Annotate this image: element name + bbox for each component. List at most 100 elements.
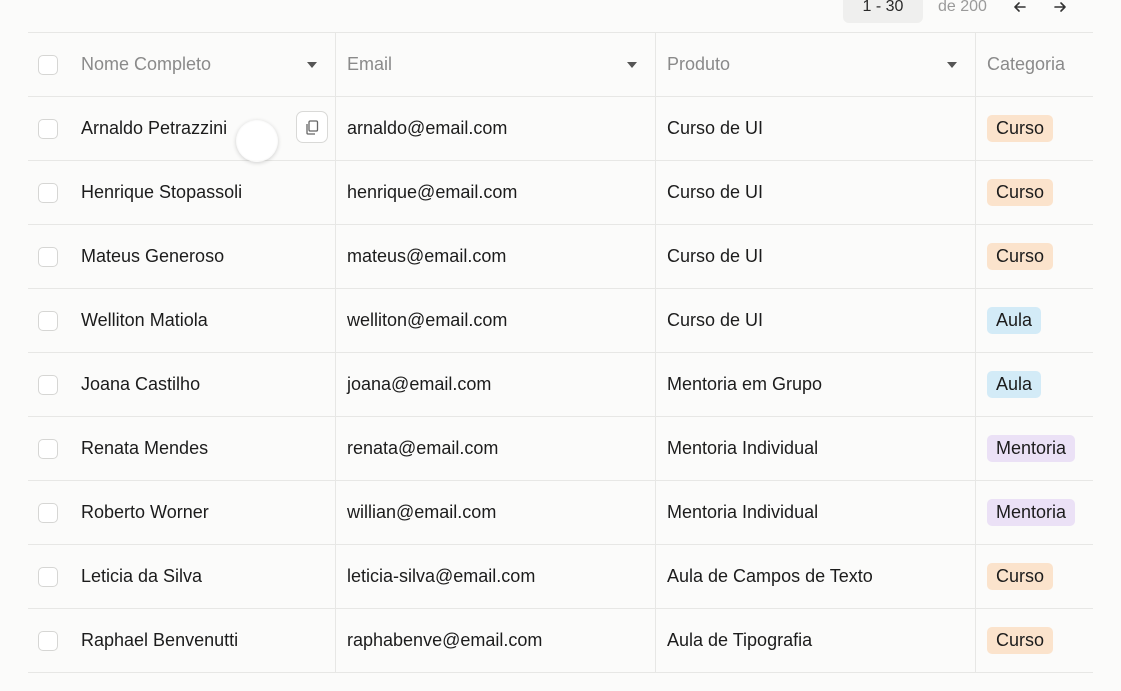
column-header-product-label: Produto xyxy=(667,54,731,74)
column-header-email[interactable]: Email xyxy=(336,33,656,96)
previous-page-button[interactable] xyxy=(1008,0,1032,19)
cell-product: Aula de Tipografia xyxy=(656,609,976,672)
column-header-name[interactable]: Nome Completo xyxy=(28,33,336,96)
cell-name: Joana Castilho xyxy=(28,353,336,416)
name-text: Henrique Stopassoli xyxy=(81,182,243,202)
category-badge: Curso xyxy=(987,627,1054,654)
product-text: Curso de UI xyxy=(667,246,764,266)
email-text: welliton@email.com xyxy=(347,310,508,330)
cell-product: Mentoria Individual xyxy=(656,417,976,480)
cell-product: Mentoria em Grupo xyxy=(656,353,976,416)
email-text: henrique@email.com xyxy=(347,182,518,202)
cell-name: Welliton Matiola xyxy=(28,289,336,352)
name-text: Arnaldo Petrazzini xyxy=(81,118,228,138)
cell-product: Curso de UI xyxy=(656,225,976,288)
row-checkbox[interactable] xyxy=(38,502,58,523)
copy-button[interactable] xyxy=(296,111,328,143)
name-text: Renata Mendes xyxy=(81,438,209,458)
table-row[interactable]: Roberto Worner willian@email.com Mentoria … xyxy=(28,481,1093,545)
cell-product: Curso de UI xyxy=(656,97,976,160)
cell-email: mateus@email.com xyxy=(336,225,656,288)
table-row[interactable]: Arnaldo Petrazzini arnaldo@email.com Curso… xyxy=(28,97,1093,161)
product-text: Curso de UI xyxy=(667,118,764,138)
name-text: Welliton Matiola xyxy=(81,310,208,330)
name-text: Joana Castilho xyxy=(81,374,201,394)
cell-email: henrique@email.com xyxy=(336,161,656,224)
cursor-indicator xyxy=(236,120,278,162)
row-checkbox[interactable] xyxy=(38,118,58,139)
cell-name: Arnaldo Petrazzini xyxy=(28,97,336,160)
category-badge: Mentoria xyxy=(987,435,1076,462)
row-checkbox[interactable] xyxy=(38,182,58,203)
cell-email: renata@email.com xyxy=(336,417,656,480)
row-checkbox[interactable] xyxy=(38,310,58,331)
product-text: Mentoria em Grupo xyxy=(667,374,823,394)
column-header-category[interactable]: Categoria xyxy=(976,33,1093,96)
product-text: Curso de UI xyxy=(667,182,764,202)
cell-email: raphabenve@email.com xyxy=(336,609,656,672)
cell-name: Raphael Benvenutti xyxy=(28,609,336,672)
cell-name: Leticia da Silva xyxy=(28,545,336,608)
caret-down-icon[interactable] xyxy=(627,61,637,68)
page-total: de 200 xyxy=(938,0,987,15)
category-badge: Curso xyxy=(987,243,1054,270)
row-checkbox[interactable] xyxy=(38,374,58,395)
row-checkbox[interactable] xyxy=(38,438,58,459)
caret-down-icon[interactable] xyxy=(307,61,317,68)
cell-category: Aula xyxy=(976,353,1093,416)
column-header-name-label: Nome Completo xyxy=(81,54,212,74)
name-text: Mateus Generoso xyxy=(81,246,225,266)
category-badge: Curso xyxy=(987,563,1054,590)
cell-product: Curso de UI xyxy=(656,289,976,352)
cell-category: Curso xyxy=(976,161,1093,224)
table-row[interactable]: Renata Mendes renata@email.com Mentoria In… xyxy=(28,417,1093,481)
arrow-left-icon xyxy=(1014,2,1026,12)
column-header-product[interactable]: Produto xyxy=(656,33,976,96)
table-row[interactable]: Joana Castilho joana@email.com Mentoria em… xyxy=(28,353,1093,417)
cell-email: willian@email.com xyxy=(336,481,656,544)
table-row[interactable]: Leticia da Silva leticia-silva@email.com A… xyxy=(28,545,1093,609)
data-table: Nome Completo Email Produto Categoria Ar… xyxy=(28,32,1093,673)
product-text: Mentoria Individual xyxy=(667,502,819,522)
cell-email: welliton@email.com xyxy=(336,289,656,352)
copy-icon xyxy=(306,119,319,135)
category-badge: Mentoria xyxy=(987,499,1076,526)
product-text: Aula de Campos de Texto xyxy=(667,566,873,586)
table-header: Nome Completo Email Produto Categoria xyxy=(28,32,1093,97)
cell-product: Aula de Campos de Texto xyxy=(656,545,976,608)
product-text: Aula de Tipografia xyxy=(667,630,813,650)
product-text: Curso de UI xyxy=(667,310,764,330)
cell-email: leticia-silva@email.com xyxy=(336,545,656,608)
cell-product: Mentoria Individual xyxy=(656,481,976,544)
category-badge: Aula xyxy=(987,307,1042,334)
row-checkbox[interactable] xyxy=(38,246,58,267)
email-text: arnaldo@email.com xyxy=(347,118,508,138)
column-header-category-label: Categoria xyxy=(987,54,1066,74)
table-row[interactable]: Henrique Stopassoli henrique@email.com Cur… xyxy=(28,161,1093,225)
next-page-button[interactable] xyxy=(1048,0,1072,19)
category-badge: Curso xyxy=(987,179,1054,206)
table-row[interactable]: Mateus Generoso mateus@email.com Curso de … xyxy=(28,225,1093,289)
row-checkbox[interactable] xyxy=(38,630,58,651)
page-range[interactable]: 1 - 30 xyxy=(843,0,923,23)
cell-email: arnaldo@email.com xyxy=(336,97,656,160)
email-text: leticia-silva@email.com xyxy=(347,566,536,586)
pagination: 1 - 30 de 200 xyxy=(843,0,1072,23)
email-text: raphabenve@email.com xyxy=(347,630,543,650)
cell-category: Mentoria xyxy=(976,417,1093,480)
name-text: Roberto Worner xyxy=(81,502,209,522)
name-text: Leticia da Silva xyxy=(81,566,203,586)
table-row[interactable]: Raphael Benvenutti raphabenve@email.com Au… xyxy=(28,609,1093,673)
category-badge: Aula xyxy=(987,371,1042,398)
row-checkbox[interactable] xyxy=(38,566,58,587)
email-text: joana@email.com xyxy=(347,374,492,394)
name-text: Raphael Benvenutti xyxy=(81,630,239,650)
email-text: willian@email.com xyxy=(347,502,497,522)
cell-email: joana@email.com xyxy=(336,353,656,416)
column-header-email-label: Email xyxy=(347,54,393,74)
table-row[interactable]: Welliton Matiola welliton@email.com Curso … xyxy=(28,289,1093,353)
select-all-checkbox[interactable] xyxy=(38,54,58,75)
cell-category: Curso xyxy=(976,545,1093,608)
cell-name: Renata Mendes xyxy=(28,417,336,480)
caret-down-icon[interactable] xyxy=(947,61,957,68)
